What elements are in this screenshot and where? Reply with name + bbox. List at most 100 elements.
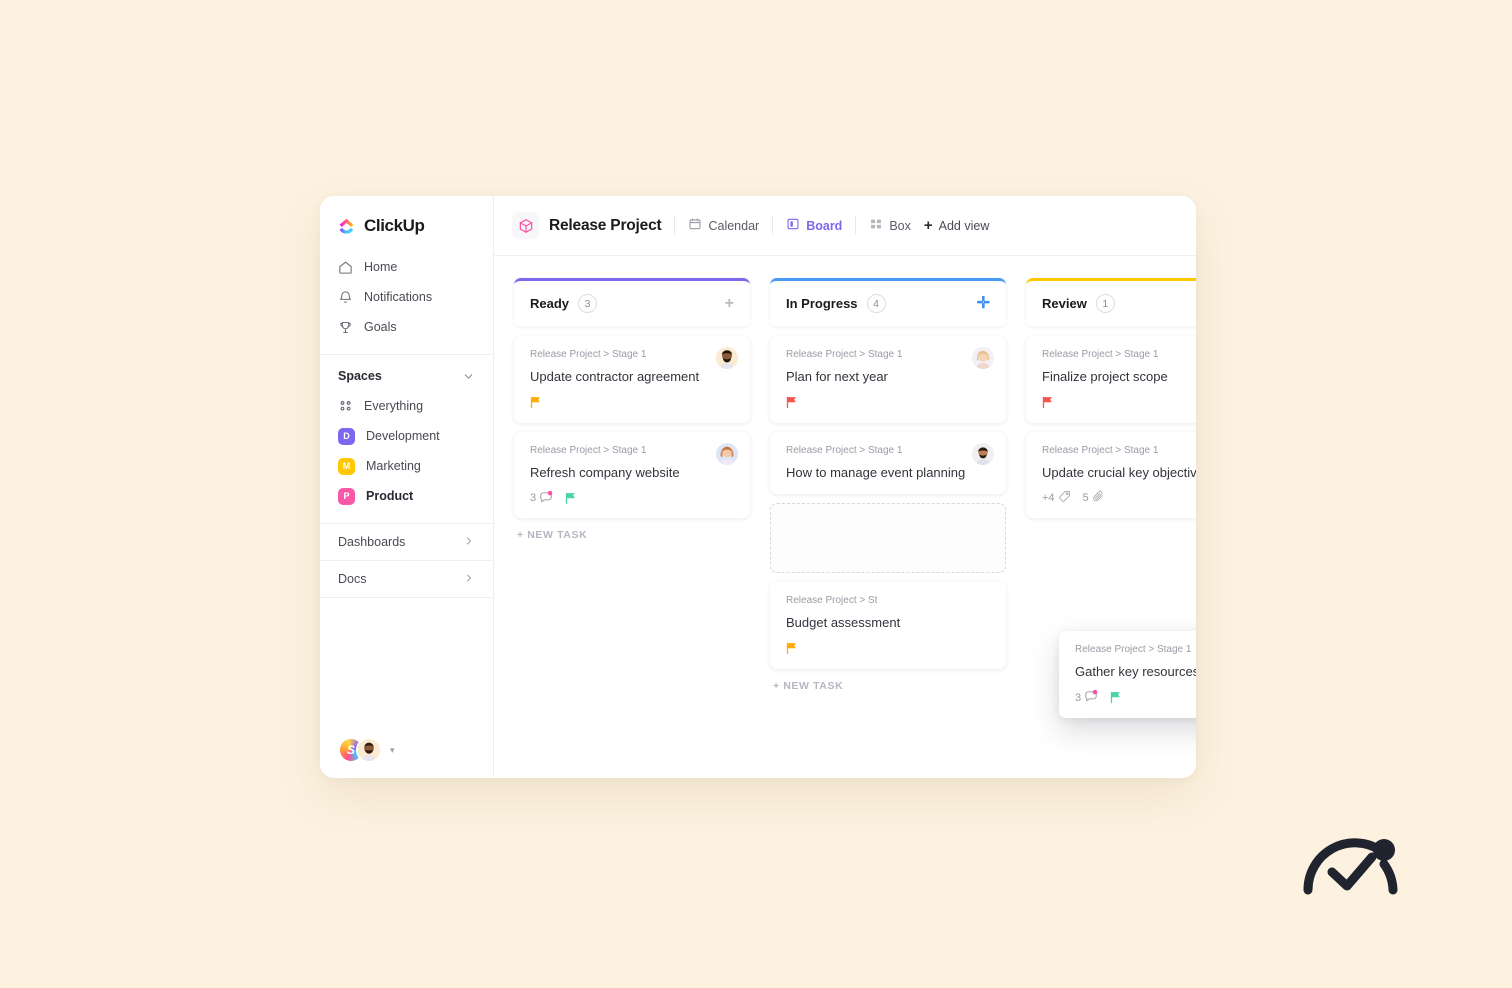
chevron-down-icon[interactable] [462, 370, 475, 383]
avatar-user[interactable] [356, 737, 382, 763]
sidebar-item-goals[interactable]: Goals [330, 312, 483, 342]
task-card[interactable]: Release Project > Stage 1 Plan for next … [770, 336, 1006, 423]
divider [855, 216, 857, 235]
attachment-count-label: 5 [1082, 492, 1089, 505]
dragged-task-card[interactable]: Release Project > Stage 1 Gather key res… [1059, 631, 1196, 718]
space-avatar-development: D [338, 427, 355, 445]
sidebar-item-label: Docs [338, 572, 367, 586]
priority-flag-icon[interactable] [786, 396, 798, 409]
card-meta [786, 642, 992, 656]
column-header-ready: Ready 3 + [514, 278, 750, 326]
priority-flag-icon[interactable] [565, 492, 577, 505]
card-list: Release Project > Stage 1 Plan for next … [770, 336, 1006, 669]
chevron-down-icon[interactable]: ▾ [390, 745, 395, 756]
comment-count[interactable]: 3 [1075, 689, 1098, 706]
spaces-section-header[interactable]: Spaces [320, 355, 493, 391]
bell-icon [338, 290, 353, 305]
card-title: Update contractor agreement [530, 369, 700, 384]
priority-flag-icon[interactable] [1042, 396, 1054, 409]
column-title: In Progress [786, 296, 858, 311]
chevron-right-icon [463, 535, 475, 550]
sidebar-item-dashboards[interactable]: Dashboards [320, 523, 493, 560]
sidebar-item-docs[interactable]: Docs [320, 560, 493, 597]
tag-count-label: +4 [1042, 492, 1055, 505]
user-avatar-group[interactable]: S ▾ [320, 722, 493, 778]
task-card[interactable]: Release Project > Stage 1 Finalize proje… [1026, 336, 1196, 423]
priority-flag-icon[interactable] [1110, 691, 1122, 704]
sidebar-item-development[interactable]: D Development [330, 421, 483, 451]
tag-count[interactable]: +4 [1042, 490, 1071, 506]
task-card[interactable]: Release Project > St Budget assessment [770, 582, 1006, 669]
tab-label: Calendar [708, 218, 760, 233]
sidebar-item-home[interactable]: Home [330, 252, 483, 282]
home-icon [338, 260, 353, 275]
sidebar-item-marketing[interactable]: M Marketing [330, 451, 483, 481]
avatar[interactable] [972, 347, 994, 369]
add-task-button[interactable]: + [725, 295, 734, 312]
add-view-label: Add view [938, 218, 990, 233]
sidebar-item-label: Home [364, 260, 398, 274]
avatar[interactable] [972, 442, 994, 465]
primary-nav: Home Notifications Goals [320, 252, 493, 342]
space-avatar-product: P [338, 487, 355, 505]
sidebar-empty-space [320, 597, 493, 722]
sidebar-item-product[interactable]: P Product [330, 481, 483, 511]
priority-flag-icon[interactable] [786, 642, 798, 655]
task-card[interactable]: Release Project > Stage 1 How to manage … [770, 431, 1006, 495]
avatar-stack[interactable]: S [338, 737, 382, 763]
card-meta: +4 5 [1042, 491, 1196, 505]
comment-icon [539, 490, 553, 507]
add-task-button[interactable]: ✛ [977, 295, 990, 312]
card-meta: 3 [530, 490, 736, 507]
priority-flag-icon[interactable] [530, 396, 542, 409]
board-column-ready: Ready 3 + Release Project > Stage 1 Upda… [514, 278, 750, 778]
tab-calendar[interactable]: Calendar [688, 217, 759, 234]
sidebar-item-label: Development [366, 429, 440, 443]
column-title: Ready [530, 296, 570, 311]
new-task-button[interactable]: + NEW TASK [770, 680, 1006, 692]
column-count-badge: 1 [1095, 294, 1115, 313]
column-header-review: Review 1 [1026, 278, 1196, 326]
spaces-list: Everything D Development M Marketing P P… [320, 391, 493, 511]
attachment-count[interactable]: 5 [1083, 490, 1105, 506]
column-count-badge: 4 [866, 294, 886, 313]
clickup-logo-icon [338, 217, 357, 236]
cube-icon [512, 212, 539, 239]
task-card[interactable]: Release Project > Stage 1 Refresh compan… [514, 431, 750, 519]
sidebar-item-label: Goals [364, 320, 397, 334]
card-title: How to manage event planning [786, 464, 966, 480]
card-meta [530, 396, 736, 410]
avatar[interactable] [716, 442, 738, 465]
card-breadcrumb: Release Project > Stage 1 [786, 444, 903, 456]
tab-board[interactable]: Board [786, 217, 842, 234]
card-title: Finalize project scope [1042, 369, 1168, 384]
clickup-logo[interactable]: ClickUp [320, 196, 493, 252]
sidebar-item-label: Notifications [364, 290, 433, 304]
sidebar-item-notifications[interactable]: Notifications [330, 282, 483, 312]
card-breadcrumb: Release Project > Stage 1 [786, 349, 903, 360]
card-list: Release Project > Stage 1 Update contrac… [514, 336, 750, 519]
board-icon [786, 217, 800, 234]
card-meta: 3 [1075, 689, 1196, 706]
comment-icon [1084, 689, 1098, 706]
task-card[interactable]: Release Project > Stage 1 Update contrac… [514, 336, 750, 423]
comment-count-label: 3 [1075, 691, 1082, 704]
sidebar-item-everything[interactable]: Everything [330, 391, 483, 421]
card-breadcrumb: Release Project > Stage 1 [1042, 349, 1159, 360]
card-title: Refresh company website [530, 464, 680, 480]
card-title: Update crucial key objectives [1042, 464, 1196, 480]
task-card[interactable]: Release Project > Stage 1 Update crucial… [1026, 431, 1196, 519]
card-breadcrumb: Release Project > Stage 1 [1042, 444, 1159, 456]
tab-box[interactable]: Box [869, 217, 911, 234]
board-column-in-progress: In Progress 4 ✛ Release Project > Stage … [770, 278, 1006, 778]
add-view-button[interactable]: + Add view [924, 218, 990, 233]
new-task-button[interactable]: + NEW TASK [514, 529, 750, 541]
avatar[interactable] [716, 347, 738, 369]
brand-watermark-icon [1300, 828, 1410, 905]
card-title: Plan for next year [786, 369, 888, 384]
comment-count[interactable]: 3 [530, 490, 553, 507]
grid-dots-icon [338, 399, 353, 414]
main-area: Release Project Calendar Board Box + Add… [494, 196, 1196, 778]
topbar: Release Project Calendar Board Box + Add… [494, 196, 1196, 256]
tab-label: Box [889, 218, 911, 233]
